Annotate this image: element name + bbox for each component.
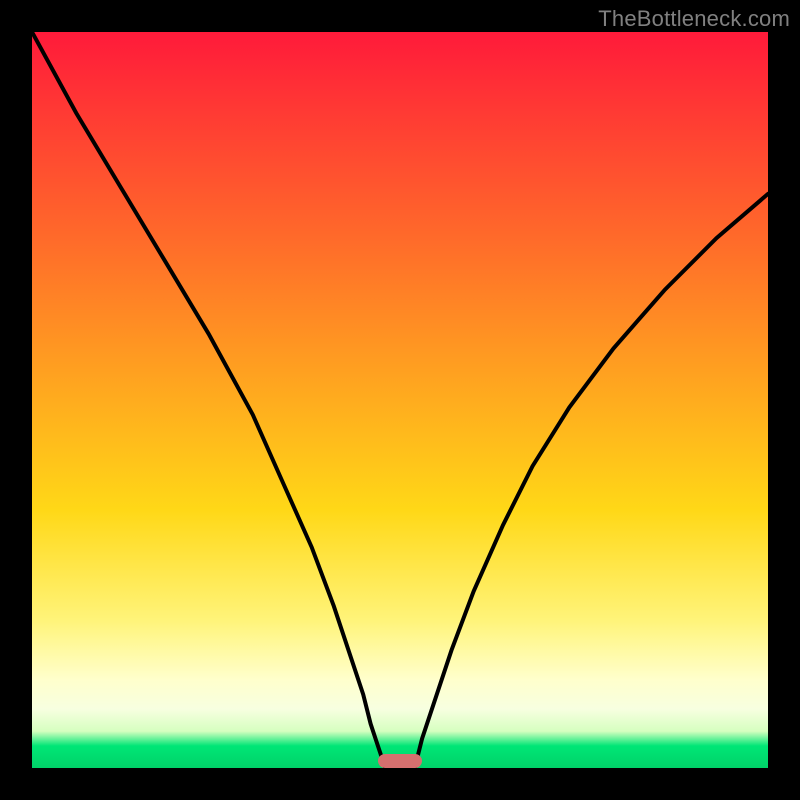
curves-layer bbox=[32, 32, 768, 768]
plot-area bbox=[32, 32, 768, 768]
left-curve bbox=[32, 32, 385, 768]
watermark-text: TheBottleneck.com bbox=[598, 6, 790, 32]
right-curve bbox=[415, 194, 768, 768]
chart-frame: TheBottleneck.com bbox=[0, 0, 800, 800]
bottleneck-marker bbox=[378, 754, 422, 768]
